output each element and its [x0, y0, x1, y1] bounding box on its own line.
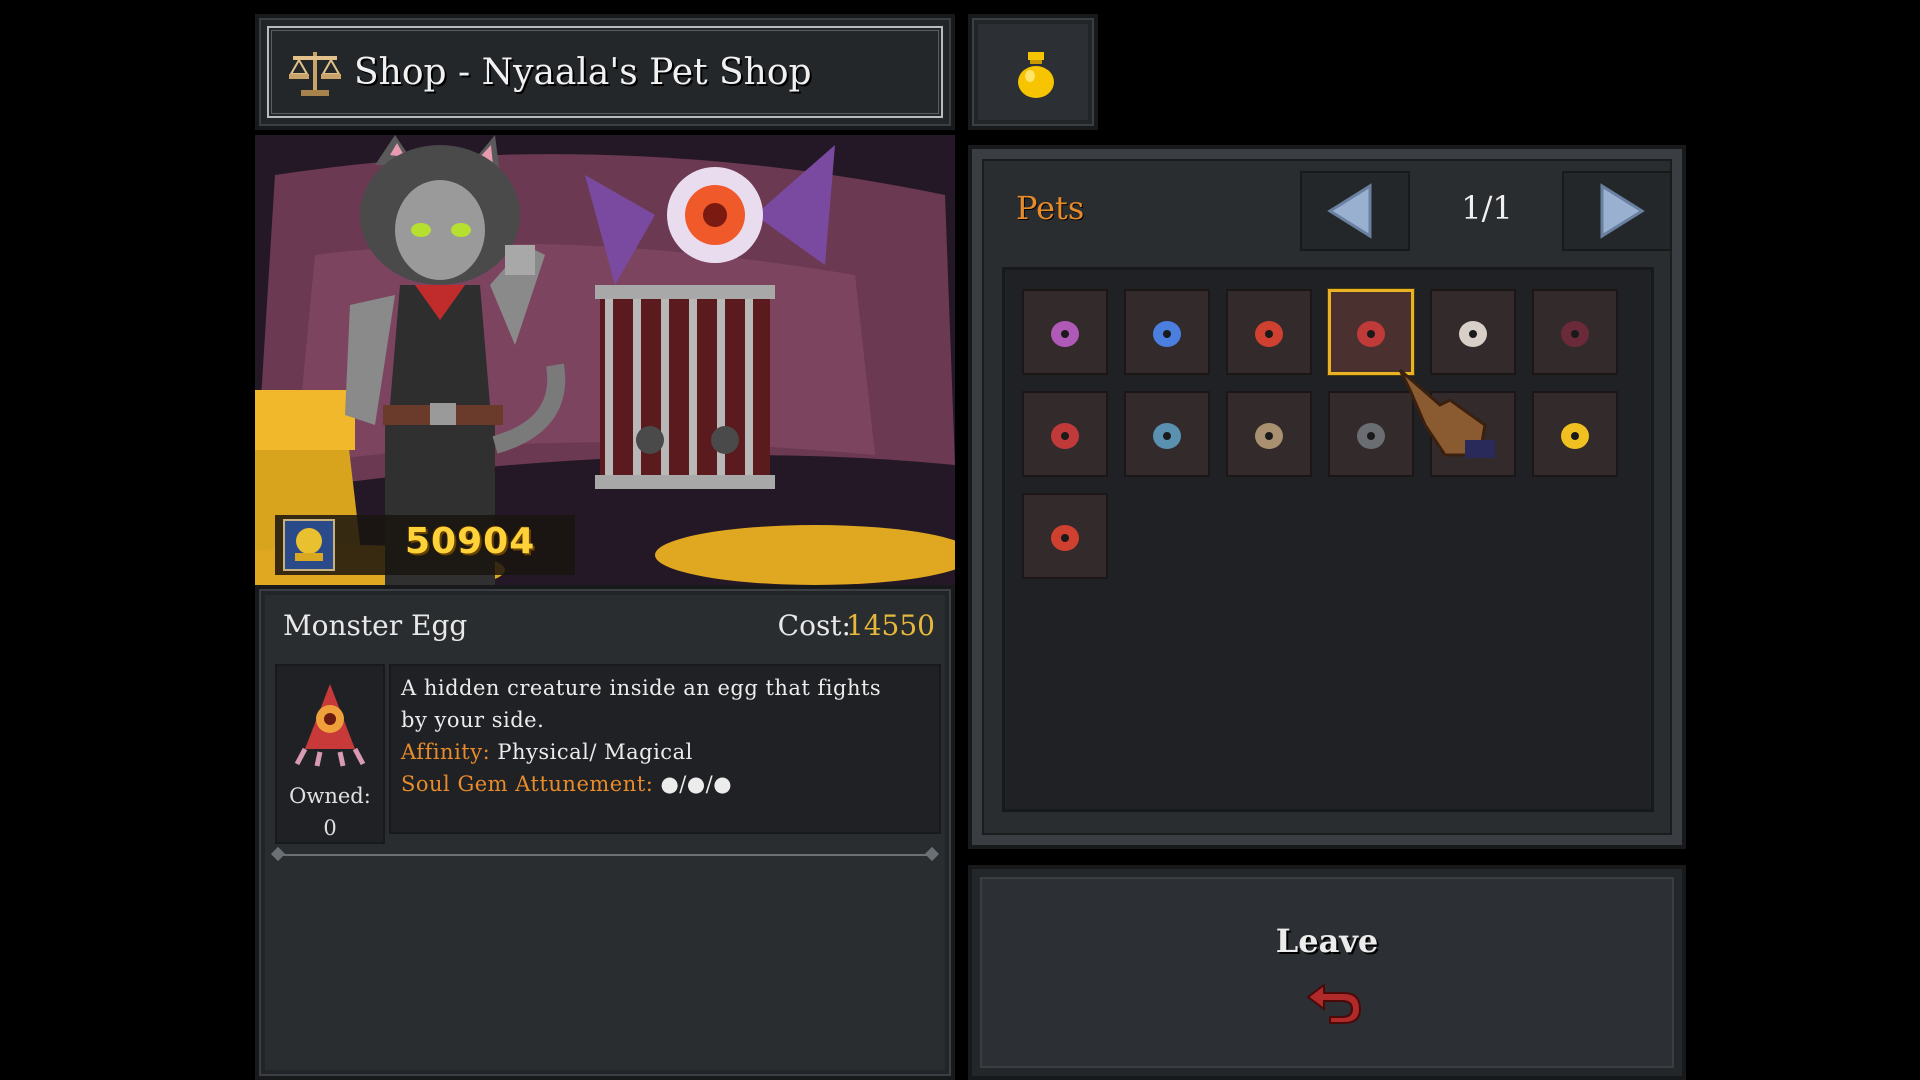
divider	[273, 854, 937, 856]
yellow-chick-pet-icon	[1561, 423, 1589, 449]
pet-slot[interactable]	[1022, 391, 1108, 477]
pets-title: Pets	[1016, 189, 1085, 227]
pet-slot[interactable]	[1328, 391, 1414, 477]
arrow-left-icon	[1327, 183, 1372, 239]
pet-slot[interactable]	[1430, 391, 1516, 477]
affinity-value: Physical/ Magical	[490, 740, 693, 764]
pet-slot[interactable]	[1226, 391, 1312, 477]
blue-imp-pet-icon	[1153, 423, 1181, 449]
cost-value: 14550	[845, 609, 935, 642]
attunement-row: Soul Gem Attunement: ●/●/●	[401, 772, 732, 796]
affinity-label: Affinity:	[401, 740, 491, 764]
pet-slot[interactable]	[1022, 289, 1108, 375]
pet-slot[interactable]	[1124, 391, 1210, 477]
red-demon-pet-icon	[1051, 525, 1079, 551]
page-title: Shop - Nyaala's Pet Shop	[354, 52, 812, 93]
pets-panel: Pets 1/1	[968, 145, 1686, 849]
item-description-box: A hidden creature inside an egg that fig…	[389, 664, 941, 834]
previous-page-button[interactable]	[1300, 171, 1410, 251]
pet-slot[interactable]	[1430, 289, 1516, 375]
gold-counter: 50904	[275, 515, 575, 575]
dark-bat-pet-icon	[1561, 321, 1589, 347]
gold-coins-icon	[283, 519, 335, 571]
pet-grid	[1002, 267, 1654, 812]
attunement-value: ●/●/●	[653, 772, 733, 796]
pet-slot[interactable]	[1022, 493, 1108, 579]
red-cap-pet-icon	[1051, 423, 1079, 449]
leave-label: Leave	[1275, 922, 1379, 960]
stone-head-pet-icon	[1357, 423, 1385, 449]
cost-label: Cost:	[777, 609, 851, 642]
pet-slot[interactable]	[1328, 289, 1414, 375]
gold-bag-button[interactable]	[968, 14, 1098, 130]
hooded-egg-monster-icon	[1357, 321, 1385, 347]
item-portrait: Owned: 0	[275, 664, 385, 844]
description-line-2: by your side.	[401, 708, 545, 732]
affinity-row: Affinity: Physical/ Magical	[401, 740, 693, 764]
next-page-button[interactable]	[1562, 171, 1672, 251]
shopkeeper-scene: 50904	[255, 135, 955, 585]
blue-crystal-pet-icon	[1153, 321, 1181, 347]
pet-slot[interactable]	[1532, 391, 1618, 477]
return-arrow-icon	[1306, 983, 1362, 1024]
owned-value: 0	[323, 816, 337, 840]
gold-bag-icon	[1018, 52, 1054, 98]
bone-golem-pet-icon	[1255, 423, 1283, 449]
arrow-right-icon	[1600, 183, 1645, 239]
hooded-egg-monster-icon	[294, 684, 366, 767]
pet-slot[interactable]	[1532, 289, 1618, 375]
item-details-panel: Monster Egg Cost: 14550 Owned: 0 A hidde…	[255, 585, 955, 1080]
leave-button[interactable]: Leave	[968, 865, 1686, 1080]
item-name: Monster Egg	[283, 609, 468, 642]
shop-title-bar: Shop - Nyaala's Pet Shop	[255, 14, 955, 130]
page-indicator: 1/1	[1461, 189, 1513, 227]
white-rat-pet-icon	[1459, 321, 1487, 347]
red-mushroom-pet-icon	[1255, 321, 1283, 347]
scale-icon	[289, 52, 341, 96]
pet-slot[interactable]	[1124, 289, 1210, 375]
pet-slot[interactable]	[1226, 289, 1312, 375]
owned-label: Owned:	[289, 784, 371, 808]
description-line-1: A hidden creature inside an egg that fig…	[401, 676, 882, 700]
gold-amount: 50904	[405, 521, 536, 562]
purple-mushroom-pet-icon	[1051, 321, 1079, 347]
attunement-label: Soul Gem Attunement:	[401, 772, 654, 796]
